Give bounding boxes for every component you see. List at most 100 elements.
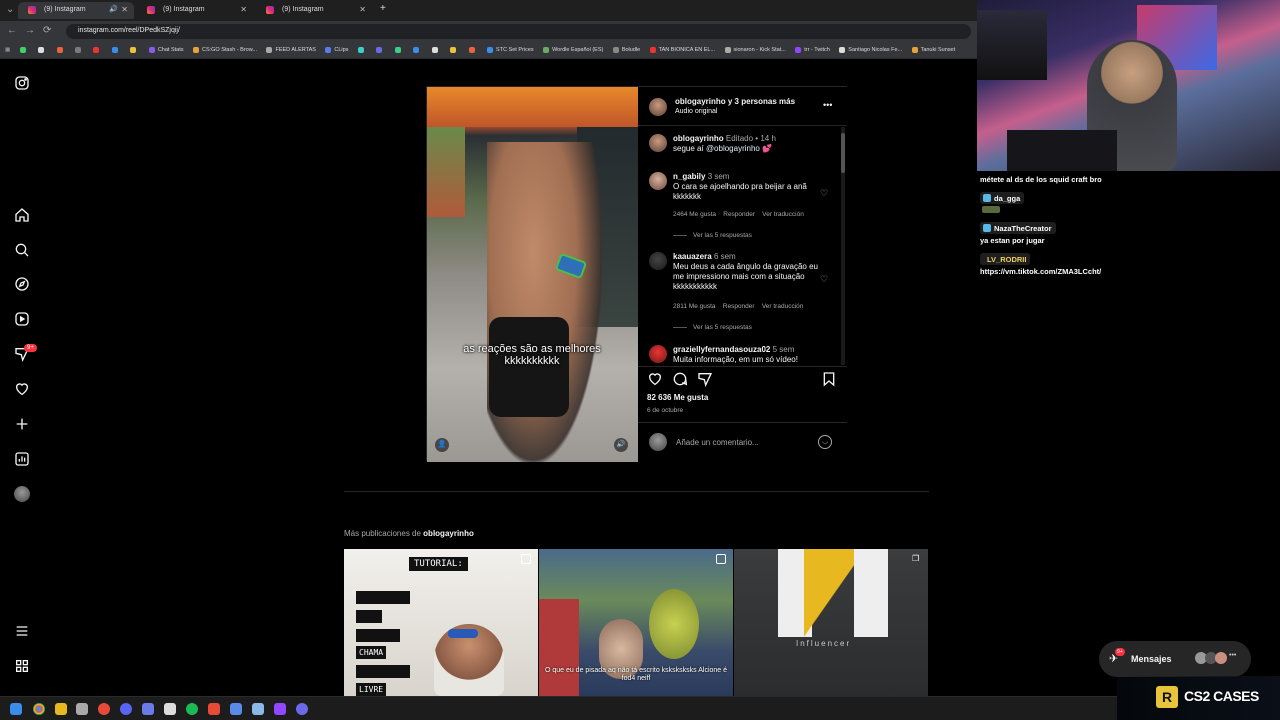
bookmark-icon-5[interactable] xyxy=(93,42,102,58)
emoji-icon[interactable]: ◡ xyxy=(818,435,832,449)
menu-icon[interactable] xyxy=(14,623,30,639)
start-icon[interactable] xyxy=(10,703,22,715)
bookmark-tan-bionica[interactable]: TAN BIONICA EN EL... xyxy=(649,42,715,58)
bookmark-icon-6[interactable] xyxy=(111,42,121,58)
comment-user[interactable]: n_gabily xyxy=(673,172,705,181)
bookmark-chat-stats[interactable]: Chat Stats xyxy=(148,42,184,58)
chrome-icon[interactable] xyxy=(33,703,45,715)
comments-scrollbar[interactable] xyxy=(841,127,845,365)
bookmark-icon-4[interactable] xyxy=(75,42,84,58)
comment-icon[interactable] xyxy=(672,371,688,387)
owner-avatar[interactable] xyxy=(649,98,667,116)
spotify-icon[interactable] xyxy=(186,703,198,715)
bookmark-feed-alertas[interactable]: FEED ALERTAS xyxy=(266,42,316,58)
app-icon[interactable] xyxy=(208,703,220,715)
bookmark-icon-2[interactable] xyxy=(38,42,47,58)
header-user[interactable]: oblogayrinho y 3 personas más xyxy=(675,97,795,107)
browser-tab-2[interactable]: (9) Instagram ✕ xyxy=(137,2,253,19)
comment-likes[interactable]: 2464 Me gusta xyxy=(673,211,716,218)
app-icon[interactable] xyxy=(76,703,88,715)
app-icon[interactable] xyxy=(98,703,110,715)
volume-icon[interactable]: 🔊 xyxy=(614,438,628,452)
share-icon[interactable] xyxy=(697,371,713,387)
bookmark-icon-13[interactable] xyxy=(450,42,459,58)
close-tab-icon[interactable]: ✕ xyxy=(121,5,128,14)
comment-likes[interactable]: 2811 Me gusta xyxy=(673,303,716,310)
close-tab-icon[interactable]: ✕ xyxy=(240,5,247,14)
apps-icon[interactable]: ▦ xyxy=(5,42,10,58)
close-tab-icon[interactable]: ✕ xyxy=(359,5,366,14)
scrollbar-thumb[interactable] xyxy=(841,133,845,173)
browser-tab-3[interactable]: (9) Instagram ✕ xyxy=(256,2,372,19)
view-replies-button[interactable]: Ver las 5 respuestas xyxy=(673,324,752,331)
browser-tab-1[interactable]: (9) Instagram 🔊 ✕ xyxy=(18,2,134,19)
bookmark-kick-stats[interactable]: sionaron - Kick Stat... xyxy=(724,42,786,58)
comment-avatar[interactable] xyxy=(649,345,667,363)
bookmark-boludle[interactable]: Boludle xyxy=(612,42,640,58)
comment-input[interactable]: Añade un comentario... xyxy=(676,438,759,448)
bookmark-santiago[interactable]: Santiago Nicolas Fe... xyxy=(839,42,902,58)
comment-like-icon[interactable]: ♡ xyxy=(820,188,828,199)
view-replies-button[interactable]: Ver las 5 respuestas xyxy=(673,232,752,239)
bookmark-icon-12[interactable] xyxy=(431,42,441,58)
speaker-icon[interactable]: 🔊 xyxy=(109,5,118,13)
post-thumbnail[interactable]: Influencer ❐ xyxy=(734,549,928,696)
bookmark-icon-3[interactable] xyxy=(56,42,66,58)
likes-count[interactable]: 82 636 Me gusta xyxy=(647,393,708,403)
comment-mention[interactable]: @oblogayrinho xyxy=(706,144,760,153)
bookmark-icon-11[interactable] xyxy=(413,42,422,58)
notifications-heart-icon[interactable] xyxy=(14,381,30,397)
forward-icon[interactable]: → xyxy=(25,25,35,36)
bookmark-icon-1[interactable] xyxy=(19,42,29,58)
translate-button[interactable]: Ver traducción xyxy=(762,211,804,218)
app-icon[interactable] xyxy=(142,703,154,715)
save-icon[interactable] xyxy=(821,371,837,387)
back-icon[interactable]: ← xyxy=(7,25,17,36)
reload-icon[interactable]: ⟳ xyxy=(43,25,51,36)
bookmark-icon-9[interactable] xyxy=(376,42,385,58)
bookmark-stc-set-prices[interactable]: STC Set Prices xyxy=(487,42,534,58)
app-icon[interactable] xyxy=(274,703,286,715)
reel-video[interactable]: as reações são as melhores kkkkkkkkkk 👤 … xyxy=(427,87,638,462)
comment-like-icon[interactable]: ♡ xyxy=(820,274,828,285)
search-icon[interactable] xyxy=(14,242,30,258)
comment-user[interactable]: oblogayrinho xyxy=(673,134,724,143)
reels-icon[interactable] xyxy=(14,311,30,327)
tagged-users-icon[interactable]: 👤 xyxy=(435,438,449,452)
new-tab-button[interactable]: + xyxy=(380,3,386,14)
instagram-logo-icon[interactable] xyxy=(14,75,30,91)
bookmark-wordle[interactable]: Wordle Español (ES) xyxy=(543,42,603,58)
bookmark-icon-7[interactable] xyxy=(130,42,139,58)
comment-avatar[interactable] xyxy=(649,172,667,190)
comment-user[interactable]: kaauazera xyxy=(673,252,712,261)
explore-icon[interactable] xyxy=(14,276,30,292)
post-thumbnail[interactable]: O que eu de pisada aq não tá escrito ksk… xyxy=(539,549,733,696)
app-icon[interactable] xyxy=(252,703,264,715)
header-audio[interactable]: Audio original xyxy=(675,107,717,117)
bookmark-icon-10[interactable] xyxy=(394,42,404,58)
app-icon[interactable] xyxy=(164,703,176,715)
obs-icon[interactable] xyxy=(296,703,308,715)
url-field[interactable]: instagram.com/reel/DPedkSZjqij/ xyxy=(66,24,971,39)
bookmark-tanuki-sunset[interactable]: Tanuki Sunset xyxy=(911,42,955,58)
profile-avatar[interactable] xyxy=(14,486,30,502)
more-icon[interactable] xyxy=(14,658,30,674)
bookmark-clips[interactable]: CLips xyxy=(325,42,348,58)
bookmark-csgo-stash[interactable]: CS:GO Stash - Brow... xyxy=(192,42,257,58)
comment-avatar[interactable] xyxy=(649,252,667,270)
file-explorer-icon[interactable] xyxy=(55,703,67,715)
like-icon[interactable] xyxy=(647,371,663,387)
home-icon[interactable] xyxy=(14,207,30,223)
discord-icon[interactable] xyxy=(120,703,132,715)
owner-comment-avatar[interactable] xyxy=(649,134,667,152)
app-icon[interactable] xyxy=(230,703,242,715)
tab-search-icon[interactable]: ⌄ xyxy=(6,4,14,15)
comment-user[interactable]: graziellyfernandasouza02 xyxy=(673,345,770,354)
messages-button[interactable]: ✈ 9+ Mensajes ••• xyxy=(1099,641,1251,677)
bookmark-icon-14[interactable] xyxy=(468,42,478,58)
translate-button[interactable]: Ver traducción xyxy=(762,303,804,310)
reply-button[interactable]: Responder xyxy=(723,303,755,310)
bookmark-twitch[interactable]: trr - Twitch xyxy=(795,42,830,58)
dashboard-icon[interactable] xyxy=(14,451,30,467)
more-options-icon[interactable]: ••• xyxy=(823,100,832,110)
